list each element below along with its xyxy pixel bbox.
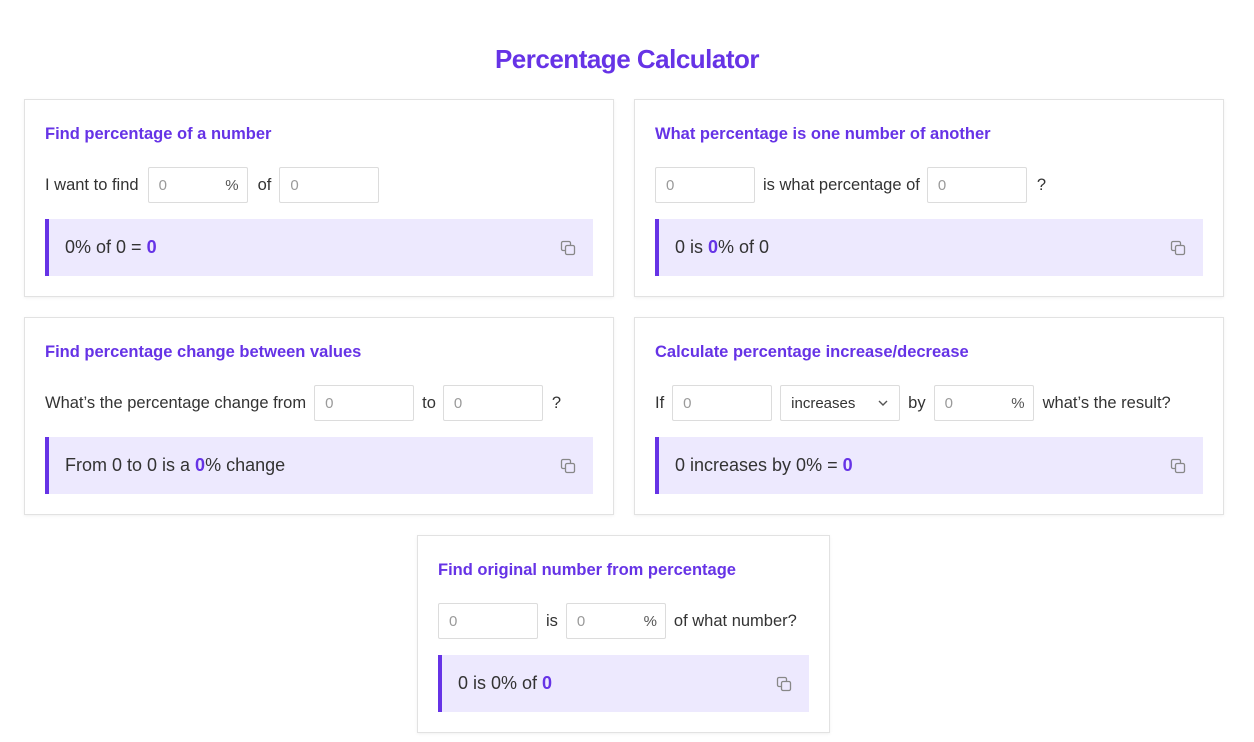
card-title: Find percentage change between values xyxy=(45,343,362,361)
card-percentage-change: Find percentage change between values Wh… xyxy=(24,317,614,515)
result-text: 0% of 0 = 0 xyxy=(65,237,157,258)
direction-select[interactable]: increases xyxy=(780,385,901,421)
percent-sign: % xyxy=(1011,394,1025,412)
result-text: From 0 to 0 is a 0% change xyxy=(65,455,285,476)
result-box: From 0 to 0 is a 0% change xyxy=(45,437,593,494)
label-text: If xyxy=(655,393,665,412)
label-text: I want to find xyxy=(45,175,139,194)
card-title: Find percentage of a number xyxy=(45,125,272,143)
card-title: Calculate percentage increase/decrease xyxy=(655,343,969,361)
page-title: Percentage Calculator xyxy=(494,44,760,74)
percent-input[interactable] xyxy=(566,604,637,638)
card-what-percentage: What percentage is one number of another… xyxy=(634,99,1224,297)
result-box: 0 is 0% of 0 xyxy=(438,655,809,712)
result-box: 0% of 0 = 0 xyxy=(45,219,593,276)
number-input[interactable] xyxy=(926,167,1027,203)
copy-icon[interactable] xyxy=(559,239,577,257)
percent-input[interactable] xyxy=(148,168,219,202)
copy-icon[interactable] xyxy=(1169,457,1187,475)
label-text: What’s the percentage change from xyxy=(45,393,307,412)
result-text: 0 is 0% of 0 xyxy=(675,237,769,258)
input-row: is % of what number? xyxy=(438,603,809,639)
result-value: 0 xyxy=(842,455,853,475)
label-text: what’s the result? xyxy=(1042,393,1171,412)
result-prefix: From 0 to 0 is a xyxy=(65,455,196,475)
result-box: 0 increases by 0% = 0 xyxy=(655,437,1203,494)
label-text: to xyxy=(422,393,436,412)
number-input[interactable] xyxy=(438,603,538,639)
result-prefix: 0 is xyxy=(675,237,709,257)
result-text: 0 is 0% of 0 xyxy=(458,673,552,694)
result-value: 0 xyxy=(146,237,157,257)
card-original-number: Find original number from percentage is … xyxy=(417,535,830,733)
card-percentage-of-number: Find percentage of a number I want to fi… xyxy=(24,99,614,297)
percent-sign: % xyxy=(643,612,657,630)
label-text: by xyxy=(908,393,926,412)
label-text: is xyxy=(546,611,558,630)
copy-icon[interactable] xyxy=(1169,239,1187,257)
label-text: is what percentage of xyxy=(763,175,920,194)
percent-input-wrapper[interactable]: % xyxy=(147,167,248,203)
label-text: of what number? xyxy=(673,611,797,630)
number-input[interactable] xyxy=(279,167,380,203)
result-prefix: 0 is 0% of xyxy=(458,673,543,693)
result-prefix: 0% of 0 = xyxy=(65,237,147,257)
card-increase-decrease: Calculate percentage increase/decrease I… xyxy=(634,317,1224,515)
result-suffix: % of 0 xyxy=(718,237,770,257)
number-input[interactable] xyxy=(672,385,773,421)
input-row: I want to find % of xyxy=(45,167,593,203)
to-input[interactable] xyxy=(442,385,543,421)
result-value: 0 xyxy=(542,673,553,693)
label-text: of xyxy=(257,175,272,194)
chevron-down-icon xyxy=(878,400,888,406)
input-row: What’s the percentage change from to ? xyxy=(45,385,593,421)
card-title: What percentage is one number of another xyxy=(655,125,991,143)
input-row: If increases by % what’s the result? xyxy=(655,385,1203,421)
number-input[interactable] xyxy=(655,167,755,203)
percent-input[interactable] xyxy=(934,386,1005,420)
result-suffix: % change xyxy=(205,455,286,475)
result-text: 0 increases by 0% = 0 xyxy=(675,455,853,476)
result-prefix: 0 increases by 0% = xyxy=(675,455,843,475)
select-value: increases xyxy=(791,394,856,412)
copy-icon[interactable] xyxy=(775,675,793,693)
copy-icon[interactable] xyxy=(559,457,577,475)
input-row: is what percentage of ? xyxy=(655,167,1203,203)
result-box: 0 is 0% of 0 xyxy=(655,219,1203,276)
card-title: Find original number from percentage xyxy=(438,561,736,579)
percent-input-wrapper[interactable]: % xyxy=(565,603,666,639)
label-text: ? xyxy=(551,393,562,412)
label-text: ? xyxy=(1036,175,1047,194)
percent-input-wrapper[interactable]: % xyxy=(933,385,1034,421)
from-input[interactable] xyxy=(314,385,415,421)
percent-sign: % xyxy=(225,176,239,194)
result-value: 0 xyxy=(195,455,206,475)
result-value: 0 xyxy=(708,237,719,257)
